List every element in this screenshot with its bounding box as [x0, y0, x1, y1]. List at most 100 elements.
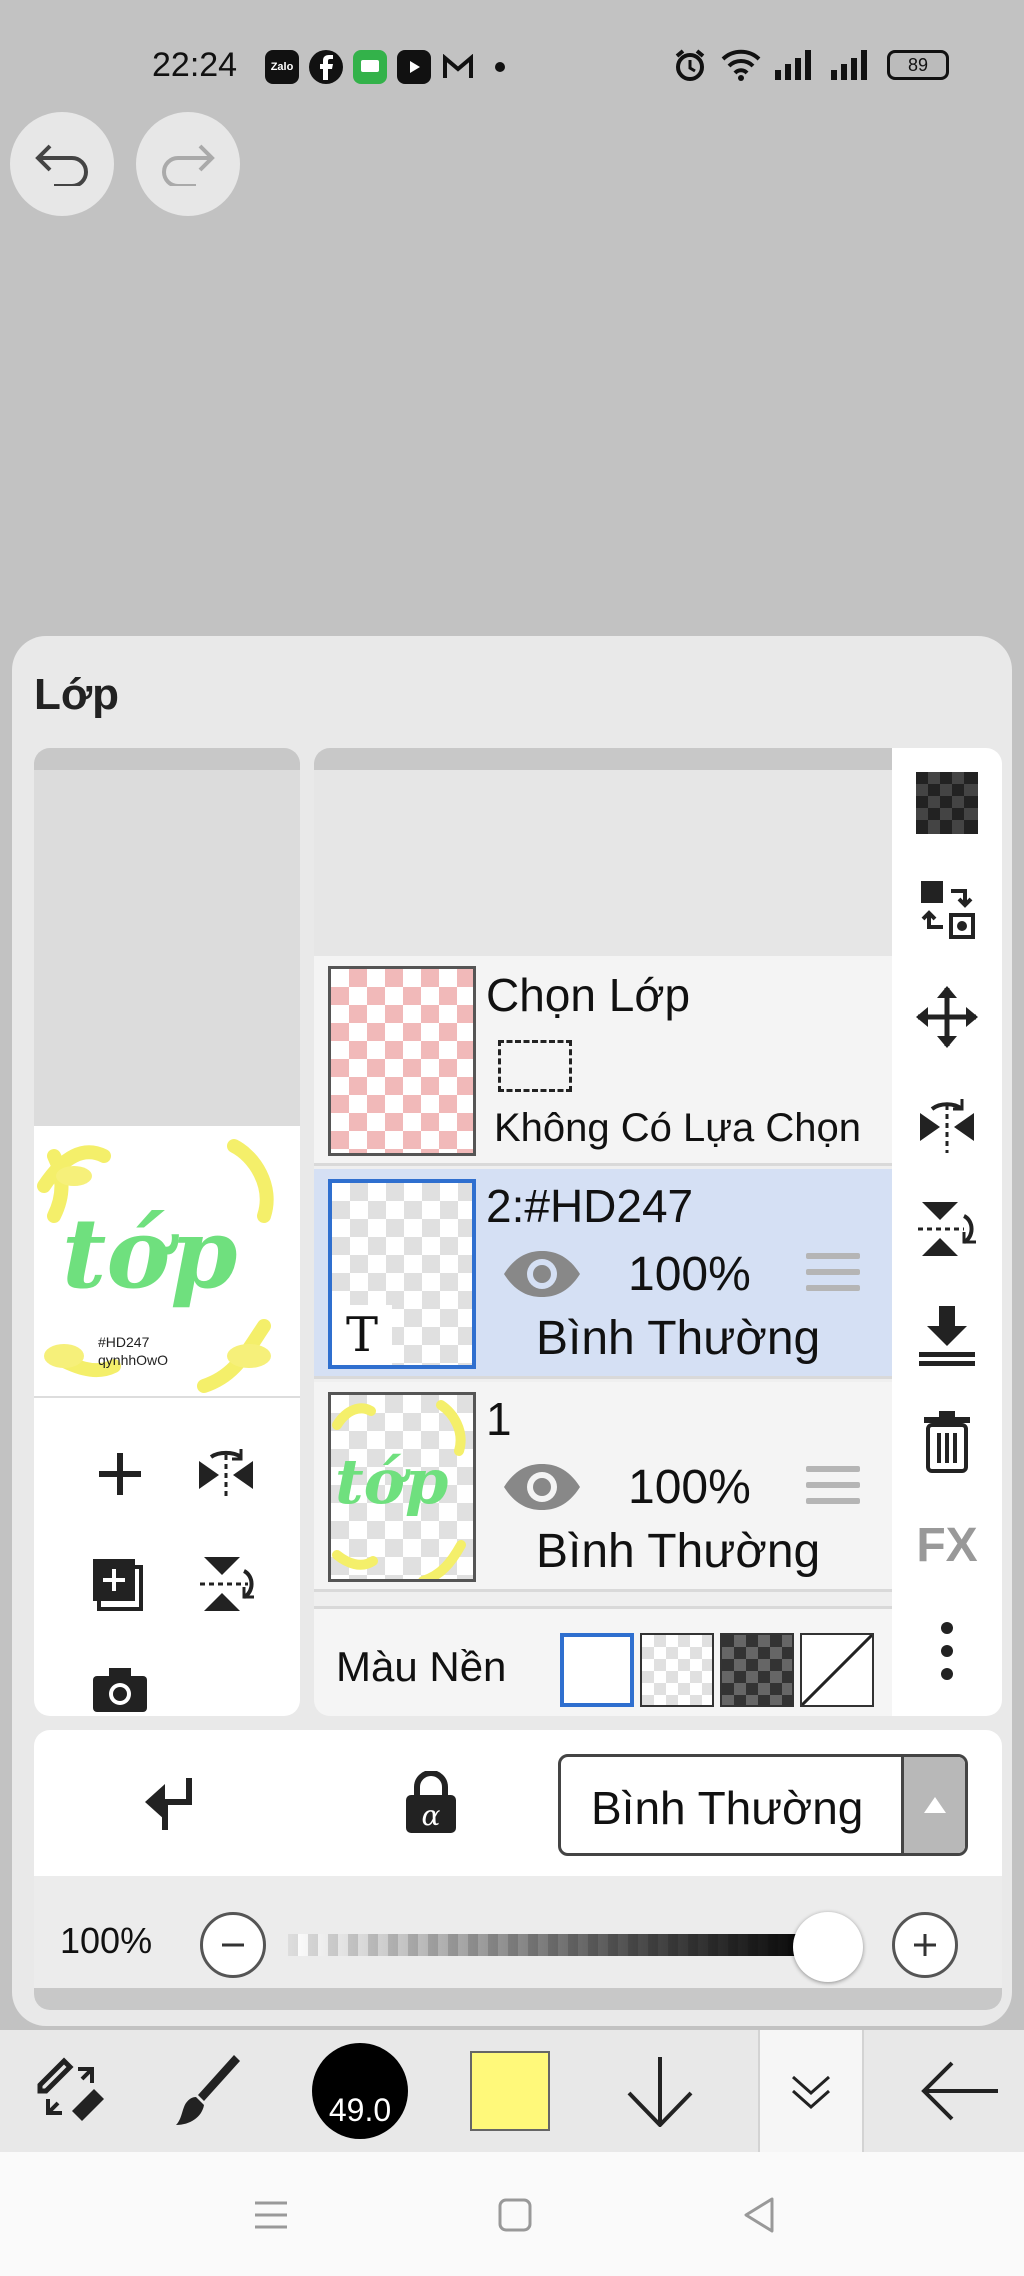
- selection-status: Không Có Lựa Chọn: [494, 1106, 862, 1150]
- drag-handle-icon[interactable]: [806, 1466, 860, 1510]
- gmail-icon: [441, 50, 475, 84]
- plus-icon: [914, 1934, 936, 1956]
- opacity-increase-button[interactable]: [892, 1912, 958, 1978]
- redo-icon: [162, 144, 215, 186]
- zalo-icon: Zalo: [265, 50, 299, 84]
- panel-title: Lớp: [34, 670, 120, 719]
- undo-button[interactable]: [10, 112, 114, 216]
- delete-layer-button[interactable]: [912, 1406, 982, 1476]
- divider: [34, 1396, 300, 1398]
- brush-icon: [176, 2055, 240, 2125]
- layer-thumbnail-1: tớp: [328, 1392, 476, 1582]
- layer-row-2[interactable]: T 2:#HD247 100% Bình Thường: [314, 1169, 892, 1379]
- preview-artwork-text: tớp: [62, 1197, 238, 1310]
- triangle-left-icon: [744, 2197, 774, 2233]
- opacity-slider-track[interactable]: [288, 1934, 828, 1956]
- add-special-layer-button[interactable]: [84, 1548, 156, 1620]
- layer-tools-column: FX: [892, 748, 1002, 1716]
- status-time: 22:24: [152, 46, 238, 84]
- brush-size-indicator: 49.0: [312, 2043, 408, 2139]
- alarm-icon: [675, 49, 705, 81]
- camera-button[interactable]: [84, 1654, 156, 1716]
- visibility-eye-icon[interactable]: [502, 1249, 582, 1299]
- preview-caption-1: #HD247: [98, 1334, 150, 1350]
- menu-icon: [255, 2201, 287, 2229]
- properties-scrollbar: [34, 1988, 1002, 2010]
- flip-horizontal-button[interactable]: [912, 1088, 982, 1158]
- bg-dark-checker-swatch[interactable]: [720, 1633, 794, 1707]
- layer-preview-column: tớp #HD247 qynhhOwO: [34, 748, 300, 1716]
- svg-text:α: α: [422, 1799, 441, 1832]
- double-chevron-down-icon: [792, 2075, 830, 2110]
- collapse-panel-button[interactable]: [758, 2030, 864, 2152]
- opacity-label: 100%: [60, 1920, 153, 1961]
- undo-icon: [35, 144, 88, 186]
- bg-white-swatch[interactable]: [560, 1633, 634, 1707]
- system-nav-bar: [0, 2152, 1024, 2276]
- swap-layer-button[interactable]: [912, 874, 982, 944]
- layer-panel: Lớp tớp #HD247 qynhhOwO Chọn Lớp Không C…: [12, 636, 1012, 2026]
- preview-caption-2: qynhhOwO: [98, 1352, 169, 1368]
- flip-vertical-button[interactable]: [912, 1194, 982, 1264]
- add-layer-icon: [93, 1559, 143, 1611]
- plus-icon: [99, 1453, 141, 1495]
- layer-blend-2: Bình Thường: [536, 1312, 821, 1365]
- blend-mode-value: Bình Thường: [591, 1782, 864, 1834]
- recents-button[interactable]: [246, 2190, 296, 2240]
- text-layer-icon: T: [332, 1305, 392, 1365]
- flip-vertical-icon: [200, 1557, 254, 1611]
- youtube-icon: [397, 50, 431, 84]
- layer-properties-top: α Bình Thường: [34, 1730, 1002, 1876]
- pen-eraser-switch-icon: [37, 2057, 104, 2121]
- layer-name-1: 1: [486, 1393, 512, 1445]
- preview-scroll-area: [34, 748, 300, 1126]
- drag-handle-icon[interactable]: [806, 1253, 860, 1297]
- selection-layer-thumbnail: [328, 966, 476, 1156]
- fx-button[interactable]: FX: [912, 1510, 982, 1580]
- merge-down-button[interactable]: [912, 1300, 982, 1370]
- checkerboard-button[interactable]: [912, 768, 982, 838]
- layer-properties: α Bình Thường 100%: [34, 1730, 1002, 2010]
- more-options-button[interactable]: [912, 1616, 982, 1686]
- redo-button[interactable]: [136, 112, 240, 216]
- opacity-slider-thumb[interactable]: [793, 1912, 863, 1982]
- layer-blend-1: Bình Thường: [536, 1525, 821, 1578]
- visibility-eye-icon[interactable]: [502, 1462, 582, 1512]
- move-layer-button[interactable]: [912, 982, 982, 1052]
- add-layer-button[interactable]: [84, 1438, 156, 1510]
- bg-transparent-swatch[interactable]: [640, 1633, 714, 1707]
- selection-marquee-icon: [498, 1040, 572, 1092]
- triangle-up-icon: [923, 1797, 946, 1813]
- tool-switch-button[interactable]: [0, 2030, 140, 2152]
- status-right: 89: [673, 48, 949, 82]
- blend-mode-select[interactable]: Bình Thường: [558, 1754, 968, 1856]
- square-icon: [498, 2198, 532, 2232]
- move-icon: [916, 986, 978, 1048]
- camera-icon: [93, 1668, 147, 1712]
- bg-none-swatch[interactable]: [800, 1633, 874, 1707]
- bottom-toolbar: 49.0: [0, 2030, 1024, 2152]
- current-color-swatch: [470, 2051, 550, 2131]
- layer-down-button[interactable]: [590, 2030, 730, 2152]
- layer-opacity-2: 100%: [628, 1248, 751, 1301]
- home-button[interactable]: [490, 2190, 540, 2240]
- flip-layer-horizontal-button[interactable]: [190, 1438, 262, 1510]
- selection-layer-name: Chọn Lớp: [486, 969, 691, 1021]
- selection-layer-row[interactable]: Chọn Lớp Không Có Lựa Chọn: [314, 956, 892, 1166]
- flip-layer-vertical-button[interactable]: [190, 1548, 262, 1620]
- back-button[interactable]: [890, 2030, 1024, 2152]
- flip-vertical-icon: [918, 1202, 976, 1256]
- system-back-button[interactable]: [734, 2190, 784, 2240]
- arrow-left-icon: [921, 2061, 998, 2121]
- layer-row-1[interactable]: tớp 1 100% Bình Thường: [314, 1382, 892, 1592]
- swap-layer-icon: [921, 881, 975, 939]
- lock-alpha-button[interactable]: α: [396, 1768, 466, 1838]
- brush-size-button[interactable]: 49.0: [290, 2030, 430, 2152]
- brush-button[interactable]: [140, 2030, 280, 2152]
- messages-icon: [353, 50, 387, 84]
- canvas-preview: tớp #HD247 qynhhOwO: [34, 1126, 300, 1396]
- clipping-button[interactable]: [136, 1770, 206, 1840]
- opacity-decrease-button[interactable]: [200, 1912, 266, 1978]
- color-button[interactable]: [440, 2030, 580, 2152]
- status-bar: 22:24 Zalo 89: [0, 0, 1024, 130]
